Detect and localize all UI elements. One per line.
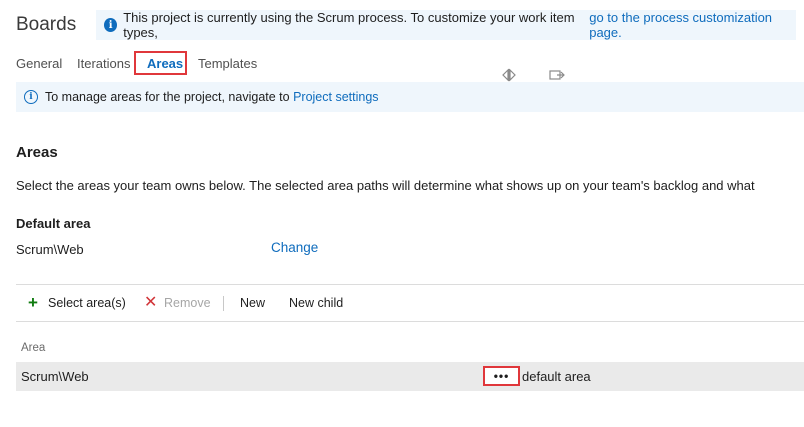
new-child-button[interactable]: New child	[289, 296, 343, 310]
areas-description: Select the areas your team owns below. T…	[16, 178, 755, 193]
add-icon: +	[28, 293, 38, 312]
divider	[16, 284, 804, 285]
new-button[interactable]: New	[240, 296, 265, 310]
process-info-banner: i This project is currently using the Sc…	[96, 10, 796, 40]
areas-heading: Areas	[16, 144, 58, 161]
project-settings-link[interactable]: Project settings	[293, 90, 378, 104]
remove-button[interactable]: Remove	[164, 296, 211, 310]
table-row[interactable]: Scrum\Web ••• default area	[16, 362, 804, 391]
column-header-area: Area	[21, 342, 46, 354]
divider	[16, 321, 804, 322]
default-area-label: Default area	[16, 216, 91, 231]
process-customization-link[interactable]: go to the process customization page.	[589, 10, 796, 40]
project-settings-banner: i To manage areas for the project, navig…	[16, 82, 804, 112]
tab-iterations[interactable]: Iterations	[77, 56, 130, 71]
tab-general[interactable]: General	[16, 56, 62, 71]
default-area-value: Scrum\Web	[16, 242, 84, 257]
more-actions-button[interactable]: •••	[483, 366, 520, 386]
project-banner-text: To manage areas for the project, navigat…	[45, 90, 290, 104]
change-default-area-link[interactable]: Change	[271, 240, 318, 255]
info-icon: i	[24, 90, 38, 104]
split-view-icon[interactable]	[502, 68, 516, 82]
toolbar-separator	[223, 296, 224, 311]
process-banner-text: This project is currently using the Scru…	[123, 10, 575, 40]
exit-fullscreen-icon[interactable]	[549, 68, 565, 82]
page-title: Boards	[16, 14, 77, 35]
tab-templates[interactable]: Templates	[198, 56, 257, 71]
tab-areas-highlight	[134, 51, 187, 75]
info-icon: i	[104, 18, 118, 32]
select-areas-button[interactable]: Select area(s)	[48, 296, 126, 310]
area-path: Scrum\Web	[21, 369, 89, 384]
default-area-badge: default area	[522, 369, 591, 384]
remove-icon: ✕	[144, 294, 158, 311]
